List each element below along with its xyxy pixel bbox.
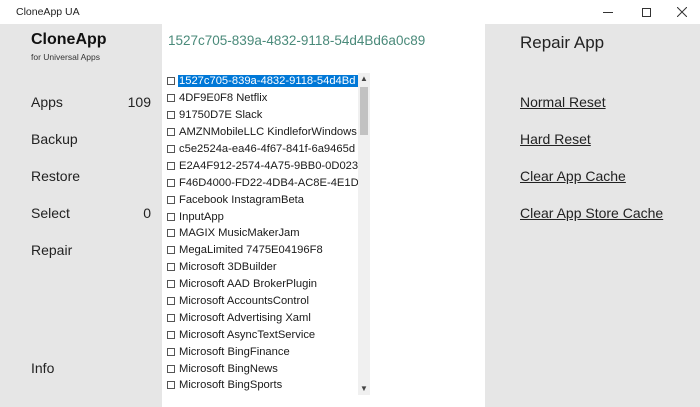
list-item[interactable]: 1527c705-839a-4832-9118-54d4Bd bbox=[167, 73, 372, 90]
list-item[interactable]: F46D4000-FD22-4DB4-AC8E-4E1DD bbox=[167, 174, 372, 191]
checkbox-icon[interactable] bbox=[167, 381, 175, 390]
app-brand-subtitle: for Universal Apps bbox=[31, 52, 100, 62]
scrollbar-thumb[interactable] bbox=[360, 87, 368, 135]
sidebar-item-label: Repair bbox=[31, 242, 73, 258]
list-item[interactable]: MAGIX MusicMakerJam bbox=[167, 225, 372, 242]
list-item[interactable]: Microsoft AAD BrokerPlugin bbox=[167, 276, 372, 293]
normal-reset-link[interactable]: Normal Reset bbox=[520, 94, 606, 110]
clear-app-cache-link[interactable]: Clear App Cache bbox=[520, 168, 626, 184]
sidebar-item-backup[interactable]: Backup bbox=[31, 131, 151, 147]
checkbox-icon[interactable] bbox=[167, 145, 175, 153]
list-item[interactable]: Microsoft BingNews bbox=[167, 360, 372, 377]
scroll-up-icon[interactable]: ▲ bbox=[358, 73, 370, 85]
checkbox-icon[interactable] bbox=[167, 178, 175, 187]
minimize-button[interactable] bbox=[592, 0, 624, 24]
checkbox-icon[interactable] bbox=[167, 280, 175, 289]
list-item[interactable]: Microsoft AsyncTextService bbox=[167, 326, 372, 343]
checkbox-icon[interactable] bbox=[167, 229, 175, 238]
checkbox-icon[interactable] bbox=[167, 364, 175, 373]
list-item[interactable]: AMZNMobileLLC KindleforWindows bbox=[167, 124, 372, 141]
app-list-panel: 1527c705-839a-4832-9118-54d4Bd6a0c89 152… bbox=[162, 24, 485, 407]
checkbox-icon[interactable] bbox=[167, 111, 175, 120]
sidebar-item-label: Select bbox=[31, 205, 70, 221]
list-item[interactable]: 91750D7E Slack bbox=[167, 107, 372, 124]
list-item[interactable]: Microsoft AccountsControl bbox=[167, 293, 372, 310]
checkbox-icon[interactable] bbox=[167, 347, 175, 356]
list-item[interactable]: InputApp bbox=[167, 208, 372, 225]
sidebar-item-select[interactable]: Select 0 bbox=[31, 205, 151, 221]
hard-reset-link[interactable]: Hard Reset bbox=[520, 131, 591, 147]
list-item[interactable]: Facebook InstagramBeta bbox=[167, 191, 372, 208]
list-item[interactable]: E2A4F912-2574-4A75-9BB0-0D023 bbox=[167, 157, 372, 174]
sidebar-item-label: Restore bbox=[31, 168, 81, 184]
list-item[interactable]: Microsoft BingSports bbox=[167, 377, 372, 394]
checkbox-icon[interactable] bbox=[167, 330, 175, 339]
sidebar-item-restore[interactable]: Restore bbox=[31, 168, 151, 184]
sidebar: CloneApp for Universal Apps Apps 109 Bac… bbox=[0, 24, 162, 407]
sidebar-item-repair[interactable]: Repair bbox=[31, 242, 151, 258]
sidebar-item-label: Backup bbox=[31, 131, 78, 147]
apps-count: 109 bbox=[127, 94, 151, 110]
sidebar-item-label: Info bbox=[31, 360, 55, 376]
checkbox-icon[interactable] bbox=[167, 77, 175, 86]
checkbox-icon[interactable] bbox=[167, 212, 175, 221]
checkbox-icon[interactable] bbox=[167, 246, 175, 255]
list-item[interactable]: Microsoft Advertising Xaml bbox=[167, 309, 372, 326]
repair-title: Repair App bbox=[520, 33, 605, 52]
scroll-down-icon[interactable]: ▼ bbox=[358, 383, 370, 395]
window-title: CloneApp UA bbox=[16, 6, 80, 18]
maximize-button[interactable] bbox=[630, 0, 662, 24]
list-item[interactable]: Microsoft 3DBuilder bbox=[167, 259, 372, 276]
list-item[interactable]: Microsoft BingFinance bbox=[167, 343, 372, 360]
minimize-icon bbox=[603, 11, 613, 13]
checkbox-icon[interactable] bbox=[167, 313, 175, 322]
checkbox-icon[interactable] bbox=[167, 94, 175, 103]
sidebar-item-label: Apps bbox=[31, 94, 63, 110]
app-brand: CloneApp bbox=[31, 31, 107, 48]
checkbox-icon[interactable] bbox=[167, 195, 175, 204]
checkbox-icon[interactable] bbox=[167, 161, 175, 170]
close-icon bbox=[677, 7, 687, 17]
app-listbox[interactable]: 1527c705-839a-4832-9118-54d4Bd 4DF9E0F8 … bbox=[167, 73, 372, 395]
list-item[interactable]: 4DF9E0F8 Netflix bbox=[167, 90, 372, 107]
list-item[interactable]: c5e2524a-ea46-4f67-841f-6a9465d bbox=[167, 141, 372, 158]
checkbox-icon[interactable] bbox=[167, 128, 175, 137]
list-item[interactable]: MegaLimited 7475E04196F8 bbox=[167, 242, 372, 259]
clear-app-store-cache-link[interactable]: Clear App Store Cache bbox=[520, 205, 663, 221]
sidebar-item-apps[interactable]: Apps 109 bbox=[31, 94, 151, 110]
repair-panel: Repair App Normal Reset Hard Reset Clear… bbox=[485, 24, 700, 407]
checkbox-icon[interactable] bbox=[167, 263, 175, 272]
close-button[interactable] bbox=[666, 0, 698, 24]
maximize-icon bbox=[641, 7, 651, 17]
title-bar: CloneApp UA bbox=[0, 0, 700, 24]
list-scrollbar[interactable]: ▲ ▼ bbox=[358, 73, 370, 395]
selected-app-id: 1527c705-839a-4832-9118-54d4Bd6a0c89 bbox=[168, 33, 426, 48]
checkbox-icon[interactable] bbox=[167, 297, 175, 306]
sidebar-item-info[interactable]: Info bbox=[31, 360, 151, 376]
select-count: 0 bbox=[143, 205, 151, 221]
